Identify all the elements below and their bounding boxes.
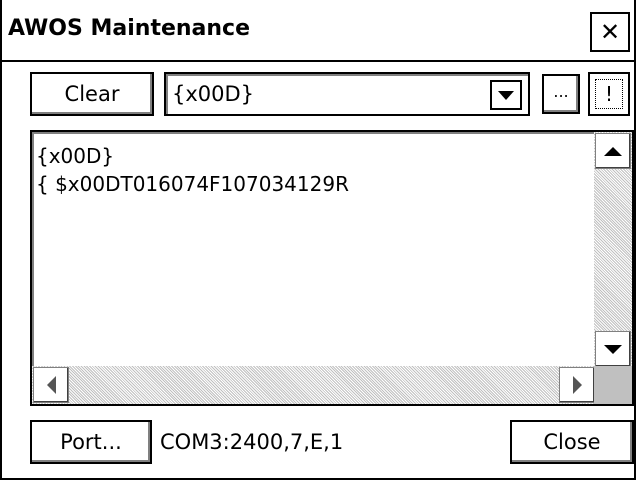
title-bar: AWOS Maintenance ✕	[2, 0, 634, 62]
scroll-right-button[interactable]	[559, 367, 595, 403]
arrow-down-icon	[604, 344, 622, 354]
chevron-down-icon	[498, 90, 514, 100]
clear-button[interactable]: Clear	[30, 72, 154, 116]
send-button-label: !	[595, 79, 623, 109]
scrollbar-corner	[594, 366, 632, 404]
output-text-area[interactable]: {x00D} { $x00DT016074F107034129R	[30, 130, 634, 406]
output-line: {x00D}	[36, 144, 115, 168]
window-close-button[interactable]: ✕	[590, 12, 630, 52]
arrow-up-icon	[604, 146, 622, 156]
close-button[interactable]: Close	[510, 420, 634, 464]
command-combo-box[interactable]: {x00D}	[164, 72, 530, 116]
arrow-right-icon	[572, 376, 582, 394]
ellipsis-button[interactable]: ...	[542, 74, 580, 114]
port-button[interactable]: Port...	[30, 420, 152, 464]
port-status: COM3:2400,7,E,1	[160, 430, 344, 454]
horizontal-scrollbar[interactable]	[32, 366, 596, 404]
close-icon: ✕	[599, 18, 621, 46]
scroll-up-button[interactable]	[595, 133, 631, 169]
combo-dropdown-button[interactable]	[490, 80, 522, 110]
output-text: {x00D} { $x00DT016074F107034129R	[36, 142, 349, 198]
awos-maintenance-window: AWOS Maintenance ✕ Clear {x00D} ... ! {x…	[0, 0, 636, 480]
window-title: AWOS Maintenance	[8, 16, 251, 41]
scroll-left-button[interactable]	[33, 367, 69, 403]
send-button[interactable]: !	[588, 72, 630, 116]
output-line: { $x00DT016074F107034129R	[36, 172, 349, 196]
scroll-down-button[interactable]	[595, 331, 631, 367]
arrow-left-icon	[46, 376, 56, 394]
combo-value: {x00D}	[172, 82, 255, 106]
vertical-scrollbar[interactable]	[594, 132, 632, 368]
